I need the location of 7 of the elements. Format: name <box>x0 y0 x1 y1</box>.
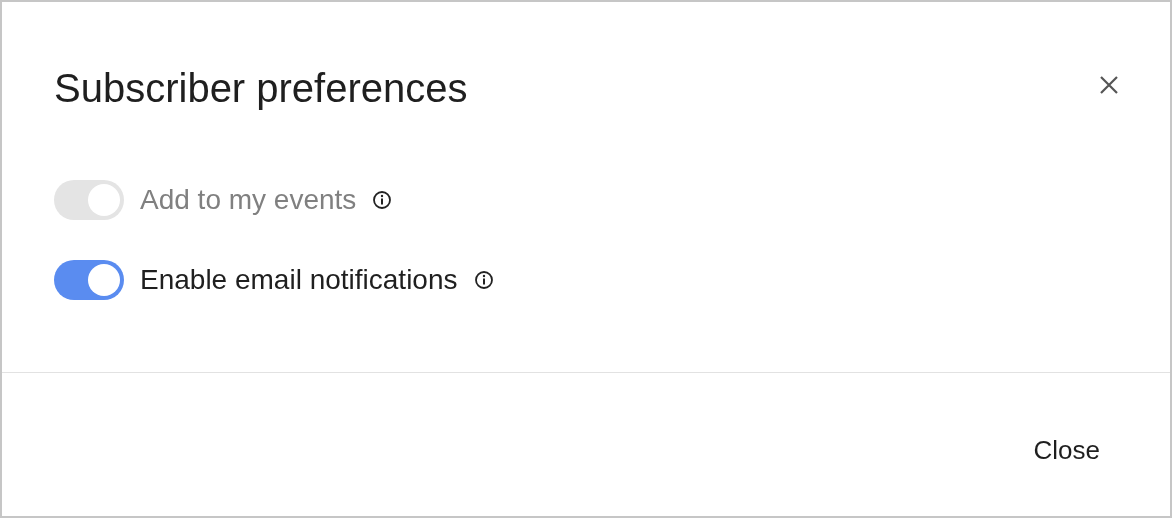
toggle-label: Enable email notifications <box>140 264 458 296</box>
toggle-label: Add to my events <box>140 184 357 216</box>
dialog-title: Subscriber preferences <box>54 65 468 112</box>
info-icon[interactable] <box>372 190 393 210</box>
toggle-switch[interactable] <box>54 260 124 300</box>
close-button[interactable]: Close <box>1019 431 1114 470</box>
info-icon[interactable] <box>473 270 494 290</box>
